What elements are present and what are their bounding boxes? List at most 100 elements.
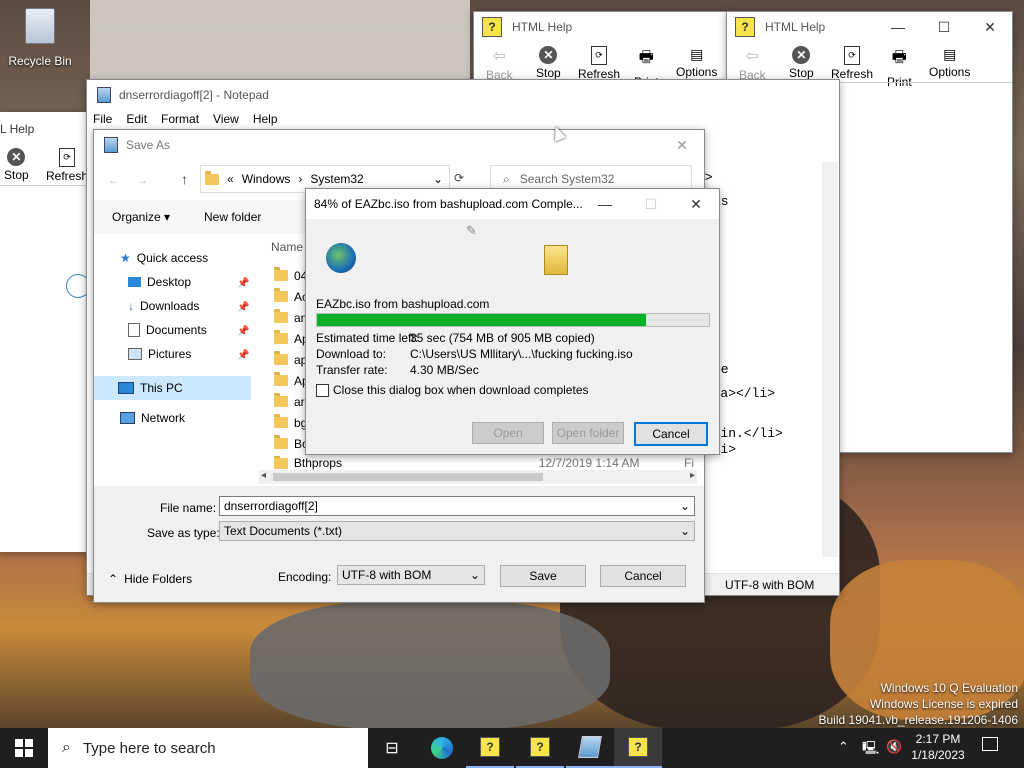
star-icon: ★ [120,251,131,265]
refresh-button[interactable]: ⟳ Refresh [46,148,88,183]
titlebar: Save As [94,130,704,160]
nav-network[interactable]: Network [120,411,185,425]
scroll-left-icon[interactable]: ◂ [261,470,266,481]
window-title: Save As [126,138,171,152]
nav-downloads[interactable]: ↓ Downloads [128,299,199,313]
maximize-button[interactable]: ☐ [921,12,967,42]
close-button[interactable]: ✕ [664,130,700,160]
options-button[interactable]: ▤ Options [676,46,717,79]
save-type-select[interactable]: Text Documents (*.txt) ⌄ [219,521,695,541]
close-when-done-checkbox[interactable]: Close this dialog box when download comp… [316,383,589,397]
folder-icon [274,414,288,428]
close-button[interactable]: ✕ [674,189,718,219]
notification-icon[interactable] [982,737,998,751]
save-button[interactable]: Save [500,565,586,587]
refresh-button[interactable]: ⟳ Refresh [831,46,873,81]
menu-file[interactable]: File [93,112,112,126]
start-button[interactable] [0,728,48,768]
stop-icon: ✕ [792,46,811,64]
nav-documents[interactable]: Documents [128,323,207,337]
menu-view[interactable]: View [213,112,239,126]
maximize-button[interactable]: ☐ [628,189,674,219]
organize-button[interactable]: Organize ▾ [112,210,170,224]
html-help-window-left[interactable]: L Help ✕ Stop ⟳ Refresh [0,112,98,552]
horizontal-scrollbar[interactable]: ◂ ▸ [259,470,697,484]
titlebar: ? HTML Help [474,12,730,42]
file-name-input[interactable]: dnserrordiagoff[2] ⌄ [219,496,695,516]
tray-chevron-icon[interactable]: ⌃ [838,739,849,755]
encoding-select[interactable]: UTF-8 with BOM ⌄ [337,565,485,585]
wallpaper-gray-region [250,600,610,730]
minimize-button[interactable]: — [875,12,921,42]
taskbar-help-button-active[interactable]: ? [614,728,662,768]
cancel-button[interactable]: Cancel [634,422,708,446]
back-button[interactable]: ⇦ Back [739,46,766,82]
cancel-button[interactable]: Cancel [600,565,686,587]
nav-pictures[interactable]: Pictures [128,347,191,361]
breadcrumb-system32[interactable]: System32 [310,172,363,186]
taskbar-notepad-button[interactable] [566,728,614,768]
open-button[interactable]: Open [472,422,544,444]
stop-button[interactable]: ✕ Stop [536,46,561,80]
taskbar-help-button[interactable]: ? [466,728,514,768]
status-encoding: UTF-8 with BOM [725,578,815,592]
chevron-down-icon[interactable]: ⌄ [433,172,443,186]
pin-icon: 📌 [237,302,250,313]
network-icon[interactable]: 🖳 [862,739,879,761]
checkbox-box[interactable] [316,383,329,397]
window-title: dnserrordiagoff[2] - Notepad [119,88,269,102]
back-button[interactable]: ⇦ Back [486,46,513,82]
text-line: as [713,194,729,209]
back-arrow-icon[interactable]: ← [108,173,120,187]
watermark-line: Windows 10 Q Evaluation [880,681,1018,695]
scroll-right-icon[interactable]: ▸ [690,470,695,481]
volume-muted-icon[interactable]: 🔇 [886,739,902,755]
chevron-down-icon[interactable]: ⌄ [680,499,690,513]
list-item-last[interactable]: Bthprops 12/7/2019 1:14 AM Fi [274,456,694,470]
est-value: 35 sec (754 MB of 905 MB copied) [410,331,595,345]
column-header-name[interactable]: Name [271,240,303,254]
recycle-bin-icon [25,8,55,44]
task-view-icon: ⊟ [385,740,399,757]
folder-icon [274,372,288,386]
document-icon [128,323,140,337]
menu-format[interactable]: Format [161,112,199,126]
computer-icon [118,382,134,394]
options-button[interactable]: ▤ Options [929,46,970,79]
taskbar-help-button[interactable]: ? [516,728,564,768]
breadcrumb-windows[interactable]: Windows [242,172,291,186]
forward-arrow-icon[interactable]: → [136,173,148,187]
nav-this-pc[interactable]: This PC [94,376,251,400]
text-line: "> [697,166,822,190]
refresh-button[interactable]: ⟳ Refresh [578,46,620,81]
search-placeholder: Search System32 [519,172,615,186]
download-to-value: C:\Users\US Mllitary\...\fucking fucking… [410,347,633,361]
menu-help[interactable]: Help [253,112,278,126]
back-arrow-icon: ⇦ [745,48,760,65]
up-arrow-icon[interactable]: ↑ [181,171,188,187]
clock[interactable]: 2:17 PM 1/18/2023 [904,731,972,763]
minimize-button[interactable]: — [582,189,628,219]
notepad-icon [97,87,111,103]
download-dialog[interactable]: 84% of EAZbc.iso from bashupload.com Com… [305,188,720,455]
hide-folders-button[interactable]: ⌃ Hide Folders [108,572,192,586]
refresh-icon[interactable]: ⟳ [454,171,464,185]
clock-time: 2:17 PM [915,732,961,746]
vertical-scrollbar[interactable] [822,162,838,557]
stop-icon: ✕ [539,46,558,64]
task-view-button[interactable]: ⊟ [368,728,416,768]
scroll-thumb[interactable] [273,473,543,481]
open-folder-button[interactable]: Open folder [552,422,624,444]
nav-desktop[interactable]: Desktop [128,275,191,289]
options-icon: ▤ [943,46,957,62]
recycle-bin-shortcut[interactable]: Recycle Bin [8,8,72,68]
nav-quick-access[interactable]: ★ Quick access [120,251,208,265]
close-button[interactable]: ✕ [967,12,1012,42]
menu-edit[interactable]: Edit [126,112,147,126]
edge-button[interactable] [418,728,466,768]
stop-button[interactable]: ✕ Stop [789,46,814,80]
help-icon: ? [628,737,648,757]
new-folder-button[interactable]: New folder [204,210,261,224]
stop-button[interactable]: ✕ Stop [4,148,29,182]
taskbar-search-box[interactable]: ⌕ Type here to search [48,728,368,768]
